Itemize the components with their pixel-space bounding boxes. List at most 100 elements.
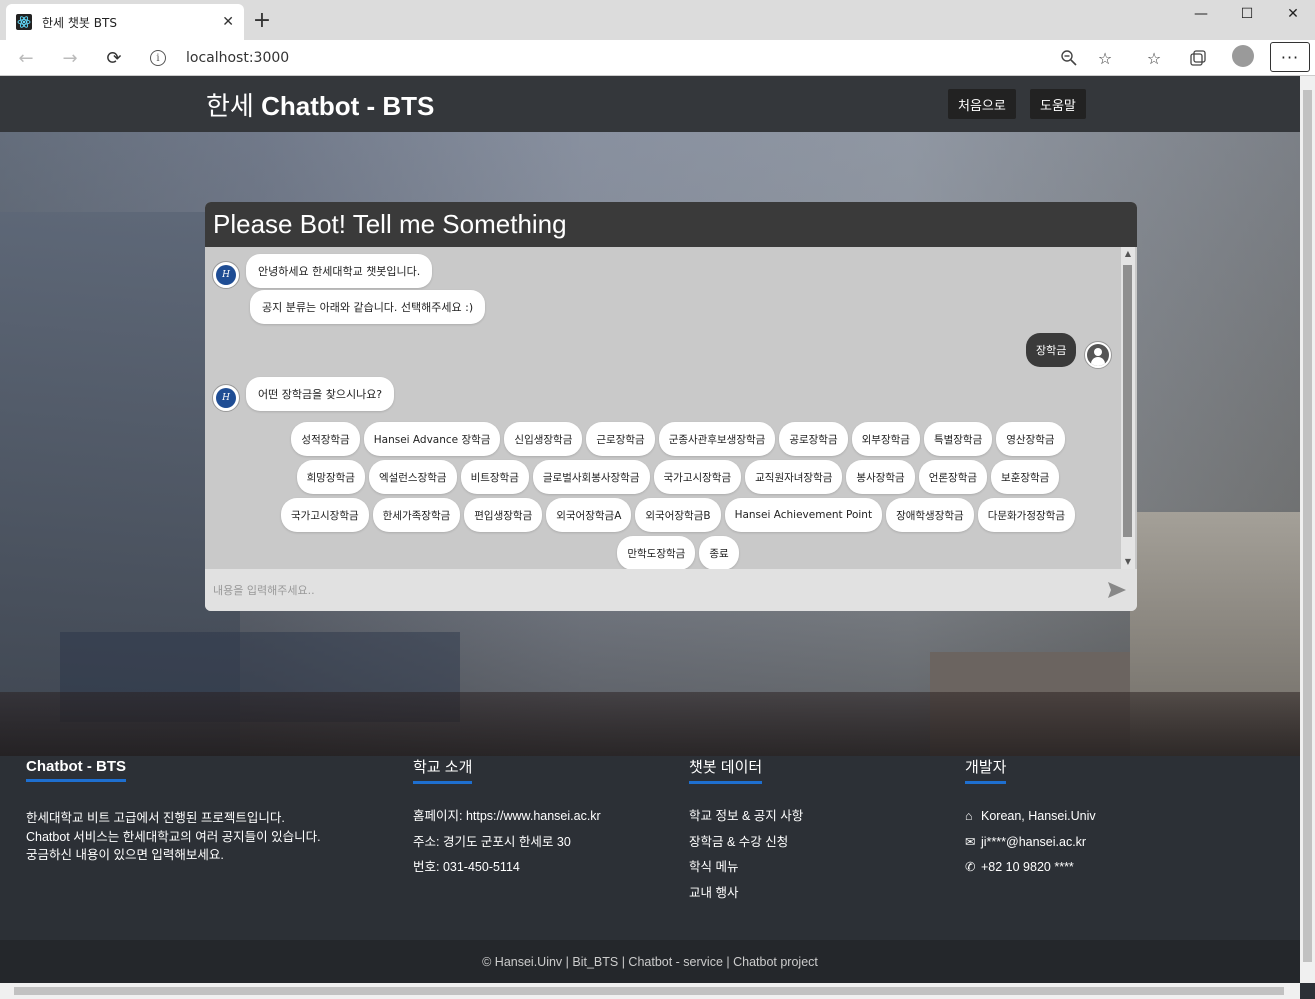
scroll-up-icon[interactable]: ▲ xyxy=(1123,249,1133,259)
footer-about: Chatbot - BTS 한세대학교 비트 고급에서 진행된 프로젝트입니다.… xyxy=(26,756,336,865)
phone-icon: ✆ xyxy=(965,860,976,874)
brand-bold: Chatbot - BTS xyxy=(261,91,435,121)
option-chip[interactable]: 보훈장학금 xyxy=(991,460,1060,494)
footer-dev-email: ✉ ji****@hansei.ac.kr xyxy=(965,830,1096,856)
nav-home-button[interactable]: 처음으로 xyxy=(948,89,1016,119)
profile-icon[interactable] xyxy=(1232,45,1254,67)
footer-school-title: 학교 소개 xyxy=(413,756,473,784)
option-chip[interactable]: 공로장학금 xyxy=(779,422,848,456)
footer-data-title: 챗봇 데이터 xyxy=(689,756,763,784)
chip-row: 만학도장학금 종료 xyxy=(241,536,1115,570)
footer-copyright: © Hansei.Uinv | Bit_BTS | Chatbot - serv… xyxy=(0,940,1300,983)
page-vertical-scrollbar[interactable] xyxy=(1300,76,1315,983)
address-bar[interactable]: i localhost:3000 xyxy=(142,44,1126,72)
background-ground xyxy=(0,692,1300,756)
more-icon[interactable]: ··· xyxy=(1270,42,1310,72)
option-chip[interactable]: Hansei Achievement Point xyxy=(724,498,883,532)
site-footer: Chatbot - BTS 한세대학교 비트 고급에서 진행된 프로젝트입니다.… xyxy=(0,756,1300,940)
option-chip[interactable]: 외국어장학금B xyxy=(635,498,721,532)
option-chip[interactable]: Hansei Advance 장학금 xyxy=(363,422,501,456)
footer-school: 학교 소개 홈페이지: https://www.hansei.ac.kr 주소:… xyxy=(413,756,601,881)
option-chip[interactable]: 글로벌사회봉사장학금 xyxy=(532,460,650,494)
option-chip[interactable]: 엑설런스장학금 xyxy=(368,460,457,494)
browser-toolbar: ← → ⟳ i localhost:3000 ☆ ☆ xyxy=(0,40,1315,76)
footer-data-item[interactable]: 장학금 & 수강 신청 xyxy=(689,830,803,856)
option-chip[interactable]: 봉사장학금 xyxy=(846,460,915,494)
page-hscroll-thumb[interactable] xyxy=(14,987,1284,995)
option-chip[interactable]: 한세가족장학금 xyxy=(372,498,461,532)
star-icon[interactable]: ☆ xyxy=(1093,46,1117,70)
user-message: 장학금 xyxy=(1026,333,1077,367)
option-chip[interactable]: 특별장학금 xyxy=(923,422,993,456)
scroll-down-icon[interactable]: ▼ xyxy=(1123,557,1133,567)
option-chip[interactable]: 교직원자녀장학금 xyxy=(745,460,843,494)
send-icon[interactable] xyxy=(1107,581,1127,599)
site-brand[interactable]: 한세 Chatbot - BTS xyxy=(206,86,434,123)
footer-data-item[interactable]: 학교 정보 & 공지 사항 xyxy=(689,804,803,830)
hansei-logo-icon: H xyxy=(216,388,236,408)
option-chip[interactable]: 외부장학금 xyxy=(851,422,920,456)
reload-icon[interactable]: ⟳ xyxy=(100,44,128,72)
scholarship-options: 성적장학금 Hansei Advance 장학금 신입생장학금 근로장학금 군종… xyxy=(241,422,1115,574)
footer-dev-location-text: Korean, Hansei.Univ xyxy=(981,809,1096,823)
bot-message: 어떤 장학금을 찾으시나요? xyxy=(246,377,395,411)
user-avatar-icon xyxy=(1084,341,1112,369)
option-chip[interactable]: 신입생장학금 xyxy=(504,422,583,456)
end-chip[interactable]: 종료 xyxy=(699,536,739,570)
chat-scroll-thumb[interactable] xyxy=(1123,265,1132,537)
footer-about-line: 궁금하신 내용이 있으면 입력해보세요. xyxy=(26,848,224,862)
option-chip[interactable]: 언론장학금 xyxy=(918,460,988,494)
option-chip[interactable]: 다문화가정장학금 xyxy=(977,498,1075,532)
nav-help-button[interactable]: 도움말 xyxy=(1030,89,1086,119)
hansei-logo-icon: H xyxy=(216,265,236,285)
back-icon[interactable]: ← xyxy=(12,44,40,72)
bot-avatar: H xyxy=(212,261,240,289)
option-chip[interactable]: 근로장학금 xyxy=(586,422,655,456)
hero-background: Please Bot! Tell me Something H 안녕하세요 한세… xyxy=(0,132,1300,772)
info-icon[interactable]: i xyxy=(150,50,166,66)
chat-messages[interactable]: H 안녕하세요 한세대학교 챗봇입니다. 공지 분류는 아래와 같습니다. 선택… xyxy=(205,247,1137,570)
close-window-button[interactable]: ✕ xyxy=(1270,0,1315,28)
browser-tab[interactable]: 한세 챗봇 BTS ✕ xyxy=(6,4,244,40)
option-chip[interactable]: 국가고시장학금 xyxy=(281,498,369,532)
collections-icon[interactable] xyxy=(1186,46,1210,70)
option-chip[interactable]: 성적장학금 xyxy=(291,422,360,456)
footer-school-list: 홈페이지: https://www.hansei.ac.kr 주소: 경기도 군… xyxy=(413,804,601,881)
option-chip[interactable]: 영산장학금 xyxy=(996,422,1065,456)
new-tab-button[interactable]: + xyxy=(250,8,274,33)
option-chip[interactable]: 편입생장학금 xyxy=(464,498,543,532)
footer-data-list: 학교 정보 & 공지 사항 장학금 & 수강 신청 학식 메뉴 교내 행사 xyxy=(689,804,803,906)
chip-row: 성적장학금 Hansei Advance 장학금 신입생장학금 근로장학금 군종… xyxy=(241,422,1115,456)
page-scroll-thumb[interactable] xyxy=(1303,90,1312,962)
footer-dev-email-text[interactable]: ji****@hansei.ac.kr xyxy=(981,835,1086,849)
footer-dev-location: ⌂ Korean, Hansei.Univ xyxy=(965,804,1096,830)
footer-about-line: 한세대학교 비트 고급에서 진행된 프로젝트입니다. xyxy=(26,811,285,825)
chat-message-input[interactable] xyxy=(213,583,1093,597)
option-chip[interactable]: 희망장학금 xyxy=(296,460,365,494)
option-chip[interactable]: 군종사관후보생장학금 xyxy=(658,422,776,456)
footer-about-line: Chatbot 서비스는 한세대학교의 여러 공지들이 있습니다. xyxy=(26,829,321,844)
footer-data-item[interactable]: 교내 행사 xyxy=(689,881,803,907)
favorites-icon[interactable]: ☆ xyxy=(1142,46,1166,70)
tab-close-icon[interactable]: ✕ xyxy=(222,14,234,30)
option-chip[interactable]: 비트장학금 xyxy=(460,460,529,494)
option-chip[interactable]: 장애학생장학금 xyxy=(886,498,974,532)
bot-avatar: H xyxy=(212,384,240,412)
page-horizontal-scrollbar[interactable] xyxy=(0,983,1300,999)
option-chip[interactable]: 국가고시장학금 xyxy=(653,460,742,494)
zoom-icon[interactable] xyxy=(1057,46,1081,70)
maximize-button[interactable]: ☐ xyxy=(1224,0,1270,28)
footer-school-homepage[interactable]: 홈페이지: https://www.hansei.ac.kr xyxy=(413,804,601,830)
page-viewport: 한세 Chatbot - BTS 처음으로 도움말 Please Bot! Te… xyxy=(0,76,1300,983)
option-chip[interactable]: 만학도장학금 xyxy=(617,536,696,570)
forward-icon[interactable]: → xyxy=(56,44,84,72)
chat-scrollbar[interactable]: ▲ ▼ xyxy=(1121,247,1135,569)
footer-about-title: Chatbot - BTS xyxy=(26,758,126,782)
footer-data-item[interactable]: 학식 메뉴 xyxy=(689,855,803,881)
footer-data: 챗봇 데이터 학교 정보 & 공지 사항 장학금 & 수강 신청 학식 메뉴 교… xyxy=(689,756,803,906)
footer-dev-phone-text: +82 10 9820 **** xyxy=(981,860,1074,874)
minimize-button[interactable]: — xyxy=(1178,0,1224,28)
envelope-icon: ✉ xyxy=(965,834,976,849)
option-chip[interactable]: 외국어장학금A xyxy=(546,498,632,532)
footer-dev-phone: ✆ +82 10 9820 **** xyxy=(965,855,1096,881)
